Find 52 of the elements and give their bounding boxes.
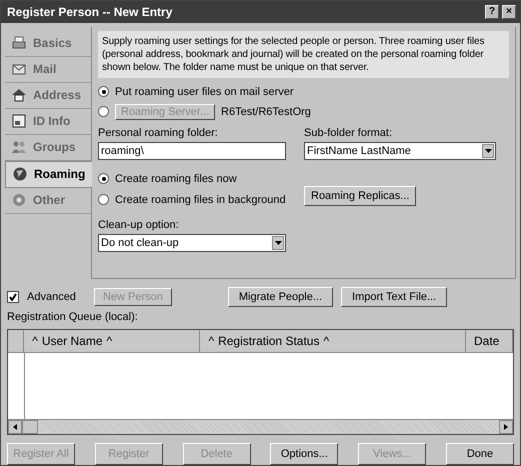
tab-label: Basics xyxy=(33,36,72,50)
tab-label: Address xyxy=(33,88,82,102)
globe-icon xyxy=(12,166,28,182)
radio-label: Put roaming user files on mail server xyxy=(115,86,294,98)
printer-icon xyxy=(11,35,27,52)
tab-label: Groups xyxy=(33,140,76,154)
column-header[interactable]: Date xyxy=(466,330,513,352)
checkbox[interactable] xyxy=(7,291,19,303)
radio-label: Create roaming files in background xyxy=(115,194,286,206)
sort-mark: ^ xyxy=(32,334,38,348)
sort-mark: ^ xyxy=(323,334,330,348)
dialog-button[interactable]: Options... xyxy=(270,443,338,465)
migrate-people-button[interactable]: Migrate People... xyxy=(228,287,334,307)
radio-label: Create roaming files now xyxy=(115,172,237,185)
people-icon xyxy=(11,139,27,156)
window-title: Register Person -- New Entry xyxy=(7,4,174,19)
field-label: Personal roaming folder: xyxy=(98,126,219,139)
dialog-button[interactable]: Done xyxy=(446,443,514,465)
queue-label: Registration Queue (local): xyxy=(7,311,139,323)
checkbox-label: Advanced xyxy=(27,291,76,303)
gear-icon xyxy=(11,192,27,208)
column-label: Registration Status xyxy=(218,334,320,348)
radio-button[interactable] xyxy=(98,173,109,184)
field-label: Clean-up option: xyxy=(98,218,180,231)
field-label: Sub-folder format: xyxy=(304,126,394,139)
folder-field[interactable]: roaming\ xyxy=(98,142,286,160)
cleanup-dropdown[interactable]: Do not clean-up xyxy=(98,234,286,252)
card-icon xyxy=(11,113,27,130)
column-header[interactable]: ^ Registration Status ^ xyxy=(200,330,466,352)
column-header[interactable]: ^ User Name ^ xyxy=(24,330,200,352)
sort-mark: ^ xyxy=(106,334,112,348)
column-label: User Name xyxy=(42,334,103,348)
radio-button[interactable] xyxy=(98,86,109,98)
sidebar-tab[interactable]: Roaming xyxy=(5,160,92,188)
caret-icon xyxy=(484,148,492,153)
sort-mark: ^ xyxy=(208,334,214,348)
column-label: Date xyxy=(474,334,500,348)
help-button[interactable]: ? xyxy=(485,4,499,19)
tab-label: Other xyxy=(33,193,66,208)
info-text: Supply roaming user settings for the selected people or person. Three roaming user files (personal address, bookmark and journal) will be created on the personal roaming folder shown below. The folder name must be unique on that server. xyxy=(98,30,509,78)
close-button[interactable]: × xyxy=(502,4,516,19)
radio-button[interactable] xyxy=(98,194,109,206)
import-text-file-button[interactable]: Import Text File... xyxy=(341,287,448,307)
server-name: R6Test/R6TestOrg xyxy=(221,106,311,118)
tab-label: Roaming xyxy=(34,167,86,182)
scroll-bar[interactable] xyxy=(8,419,513,434)
roaming-replicas-button[interactable]: Roaming Replicas... xyxy=(304,186,416,206)
tab-label: ID Info xyxy=(33,114,70,128)
caret-icon xyxy=(274,240,282,245)
house-icon xyxy=(11,87,27,104)
tab-label: Mail xyxy=(33,62,56,76)
format-dropdown[interactable]: FirstName LastName xyxy=(304,142,496,160)
